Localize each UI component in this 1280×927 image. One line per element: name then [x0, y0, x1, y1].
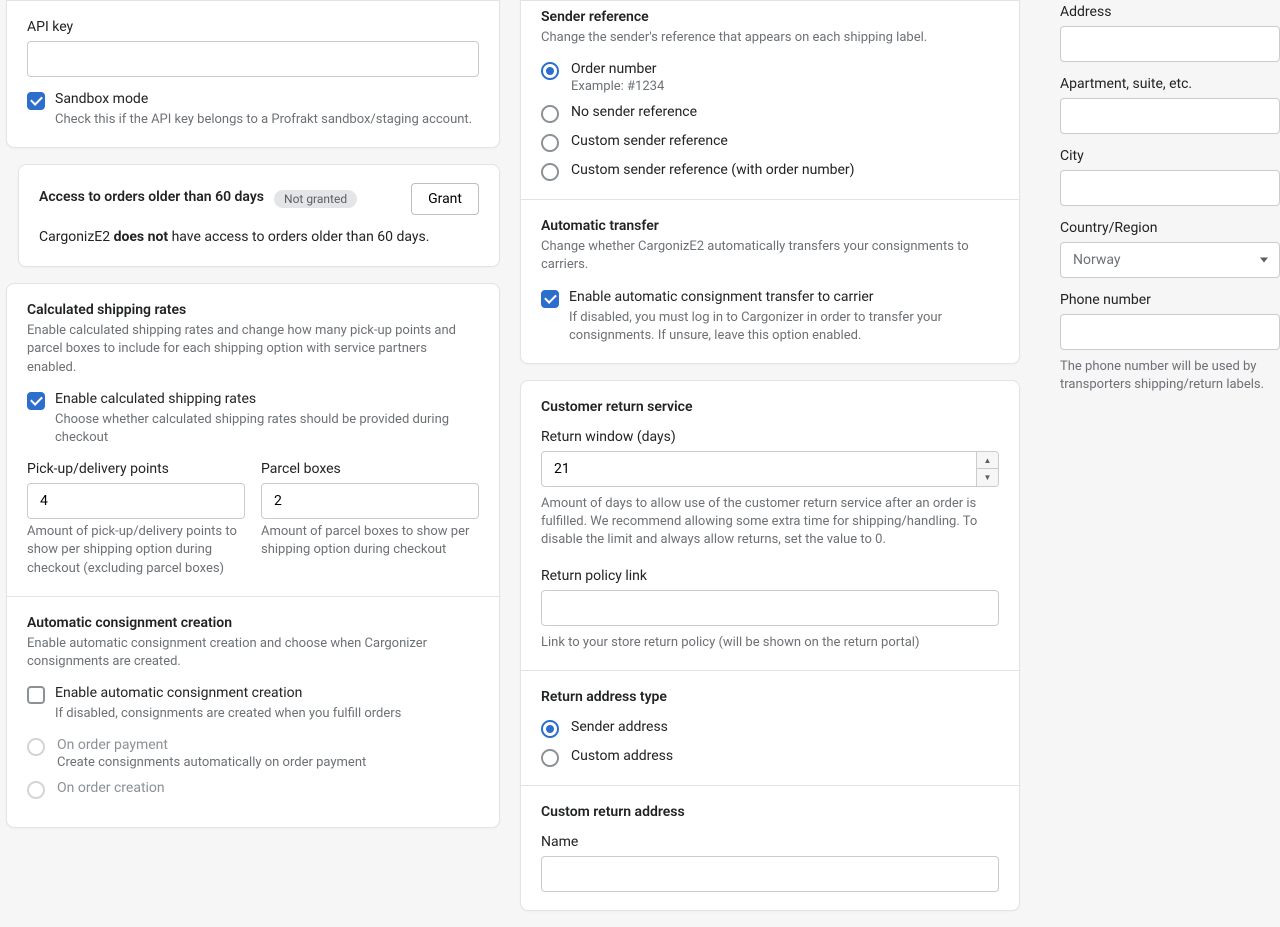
auto-r1-radio: [27, 738, 45, 756]
auto-r1-label: On order payment: [57, 737, 366, 753]
country-label: Country/Region: [1060, 220, 1280, 236]
sender-title: Sender reference: [541, 9, 999, 25]
pickup-input[interactable]: [27, 483, 245, 519]
auto-r1-sub: Create consignments automatically on ord…: [57, 755, 366, 770]
sender-r1-radio[interactable]: [541, 62, 559, 80]
api-key-label: API key: [27, 19, 479, 35]
auto-cons-title: Automatic consignment creation: [27, 615, 479, 631]
rat-r2-radio[interactable]: [541, 749, 559, 767]
sender-r2-label: No sender reference: [571, 104, 697, 120]
address-input[interactable]: [1060, 26, 1280, 62]
autotrans-label: Enable automatic consignment transfer to…: [569, 289, 999, 305]
autotrans-desc: Change whether CargonizE2 automatically …: [541, 238, 999, 274]
crs-window-help: Amount of days to allow use of the custo…: [541, 495, 999, 550]
parcel-help: Amount of parcel boxes to show per shipp…: [261, 523, 479, 559]
rat-title: Return address type: [541, 689, 999, 705]
access-badge: Not granted: [274, 190, 357, 208]
sender-desc: Change the sender's reference that appea…: [541, 29, 999, 47]
auto-cons-help: If disabled, consignments are created wh…: [55, 705, 401, 723]
crs-link-input[interactable]: [541, 590, 999, 626]
country-select[interactable]: [1060, 242, 1280, 278]
calc-enable-help: Choose whether calculated shipping rates…: [55, 411, 479, 447]
access-title: Access to orders older than 60 days: [39, 189, 264, 205]
autotrans-title: Automatic transfer: [541, 218, 999, 234]
rat-r2-label: Custom address: [571, 748, 673, 764]
auto-cons-label: Enable automatic consignment creation: [55, 685, 401, 701]
crs-window-label: Return window (days): [541, 429, 999, 445]
crs-window-input[interactable]: [541, 451, 999, 487]
crs-link-label: Return policy link: [541, 568, 999, 584]
autotrans-checkbox[interactable]: [541, 290, 559, 308]
rat-r1-label: Sender address: [571, 719, 668, 735]
calc-enable-checkbox[interactable]: [27, 392, 45, 410]
pickup-help: Amount of pick-up/delivery points to sho…: [27, 523, 245, 578]
autotrans-help: If disabled, you must log in to Cargoniz…: [569, 309, 999, 345]
sandbox-help: Check this if the API key belongs to a P…: [55, 111, 472, 129]
sender-r4-radio[interactable]: [541, 163, 559, 181]
calc-desc: Enable calculated shipping rates and cha…: [27, 322, 479, 377]
address-label: Address: [1060, 4, 1280, 20]
apt-input[interactable]: [1060, 98, 1280, 134]
auto-cons-desc: Enable automatic consignment creation an…: [27, 635, 479, 671]
phone-help: The phone number will be used by transpo…: [1060, 358, 1280, 394]
sandbox-checkbox[interactable]: [27, 92, 45, 110]
city-label: City: [1060, 148, 1280, 164]
sender-r2-radio[interactable]: [541, 105, 559, 123]
calc-title: Calculated shipping rates: [27, 302, 479, 318]
sender-r3-radio[interactable]: [541, 134, 559, 152]
grant-button[interactable]: Grant: [411, 183, 479, 215]
crs-link-help: Link to your store return policy (will b…: [541, 634, 999, 652]
sandbox-label: Sandbox mode: [55, 91, 472, 107]
stepper-up-icon[interactable]: ▲: [977, 452, 998, 470]
auto-r2-label: On order creation: [57, 780, 165, 796]
parcel-label: Parcel boxes: [261, 461, 479, 477]
cra-name-input[interactable]: [541, 856, 999, 892]
sender-r1-sub: Example: #1234: [571, 79, 664, 94]
crs-title: Customer return service: [541, 399, 999, 415]
auto-cons-checkbox[interactable]: [27, 686, 45, 704]
cra-name-label: Name: [541, 834, 999, 850]
pickup-label: Pick-up/delivery points: [27, 461, 245, 477]
sender-r4-label: Custom sender reference (with order numb…: [571, 162, 855, 178]
phone-label: Phone number: [1060, 292, 1280, 308]
auto-r2-radio: [27, 781, 45, 799]
access-text: CargonizE2 does not have access to order…: [39, 227, 479, 248]
parcel-input[interactable]: [261, 483, 479, 519]
sender-r1-label: Order number: [571, 61, 664, 77]
city-input[interactable]: [1060, 170, 1280, 206]
rat-r1-radio[interactable]: [541, 720, 559, 738]
api-key-input[interactable]: [27, 41, 479, 77]
sender-r3-label: Custom sender reference: [571, 133, 728, 149]
phone-input[interactable]: [1060, 314, 1280, 350]
apt-label: Apartment, suite, etc.: [1060, 76, 1280, 92]
cra-title: Custom return address: [541, 804, 999, 820]
stepper-down-icon[interactable]: ▼: [977, 469, 998, 486]
calc-enable-label: Enable calculated shipping rates: [55, 391, 479, 407]
